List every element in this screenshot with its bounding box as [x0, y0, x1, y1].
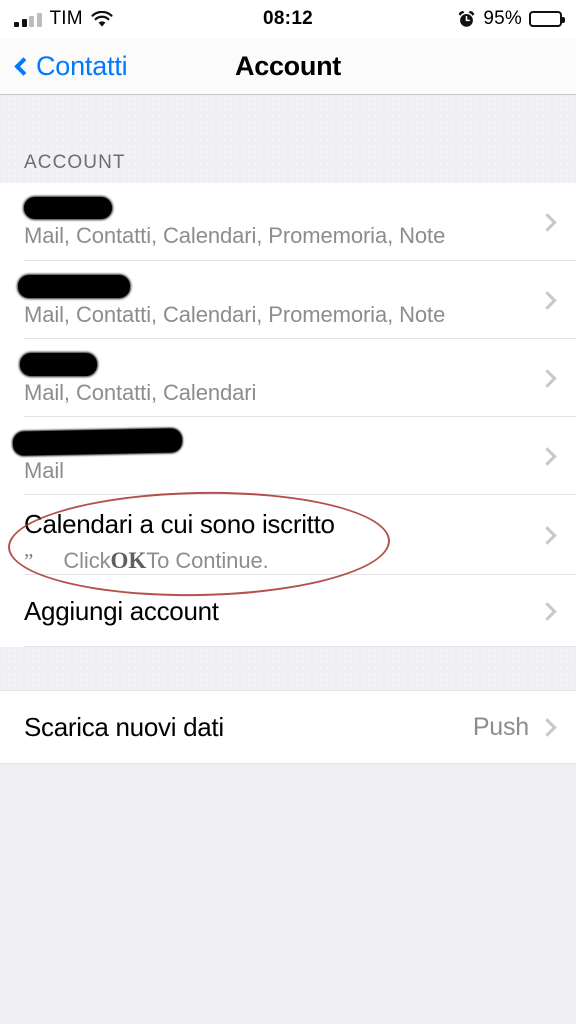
- list-item[interactable]: Mail: [0, 417, 576, 495]
- empty-area: [0, 764, 576, 1024]
- list-item-body: Mail, Contatti, Calendari, Promemoria, N…: [18, 273, 541, 328]
- list-item-body: Mail, Contatti, Calendari: [20, 351, 541, 406]
- list-item-subtitle: Mail, Contatti, Calendari, Promemoria, N…: [24, 301, 446, 327]
- account-list-group: Mail, Contatti, Calendari, Promemoria, N…: [0, 183, 576, 647]
- list-item[interactable]: Mail, Contatti, Calendari: [0, 339, 576, 417]
- fetch-data-group: Scarica nuovi dati Push: [0, 690, 576, 764]
- chevron-right-icon: [538, 212, 557, 232]
- chevron-right-icon: [538, 601, 557, 621]
- list-item-fetch-new-data[interactable]: Scarica nuovi dati Push: [0, 691, 576, 763]
- list-item-subscribed-calendars[interactable]: Calendari a cui sono iscritto: [0, 495, 576, 575]
- list-item-body: Scarica nuovi dati: [24, 712, 473, 743]
- chevron-right-icon: [538, 525, 557, 545]
- back-button-label: Contatti: [36, 50, 128, 81]
- list-item-title: Aggiungi account: [24, 595, 219, 626]
- redacted-account-name: [18, 274, 130, 298]
- back-button[interactable]: Contatti: [14, 50, 128, 82]
- list-item-body: Aggiungi account: [24, 596, 541, 627]
- cellular-signal-icon: [14, 12, 42, 27]
- status-bar: TIM 08:12 95%: [0, 0, 576, 38]
- carrier-label: TIM: [49, 8, 83, 29]
- list-item-body: Mail: [12, 428, 541, 484]
- status-bar-right: 95%: [313, 8, 565, 30]
- group-spacer: [0, 647, 576, 690]
- wifi-icon: [91, 10, 113, 28]
- list-item-body: Calendari a cui sono iscritto: [24, 509, 541, 562]
- redacted-account-name: [12, 428, 183, 456]
- status-bar-left: TIM: [14, 8, 263, 30]
- chevron-left-icon: [14, 56, 33, 76]
- section-header-account: ACCOUNT: [0, 95, 576, 183]
- list-item-add-account[interactable]: Aggiungi account: [0, 575, 576, 647]
- status-bar-center: 08:12: [263, 8, 313, 30]
- chevron-right-icon: [538, 446, 557, 466]
- list-item-subtitle: Mail, Contatti, Calendari: [24, 379, 257, 405]
- chevron-right-icon: [538, 717, 557, 737]
- list-item[interactable]: Mail, Contatti, Calendari, Promemoria, N…: [0, 183, 576, 261]
- list-item-subtitle: Mail: [24, 458, 64, 483]
- redacted-account-name: [24, 197, 112, 219]
- battery-percent-label: 95%: [483, 8, 523, 29]
- alarm-clock-icon: [457, 10, 476, 29]
- redacted-account-name: [20, 352, 97, 376]
- navigation-bar: Contatti Account: [0, 38, 576, 95]
- chevron-right-icon: [538, 368, 557, 388]
- list-item-title: Calendari a cui sono iscritto: [24, 508, 335, 539]
- section-header-label: ACCOUNT: [24, 152, 126, 173]
- clock-label: 08:12: [262, 8, 314, 29]
- list-item-body: Mail, Contatti, Calendari, Promemoria, N…: [24, 195, 541, 249]
- list-item-subtitle: Mail, Contatti, Calendari, Promemoria, N…: [24, 223, 446, 248]
- list-item-value: Push: [472, 712, 529, 741]
- ios-settings-screen: TIM 08:12 95% Contatti Account ACCOUNT M…: [0, 0, 576, 1024]
- list-item-title: Scarica nuovi dati: [24, 711, 224, 742]
- list-item[interactable]: Mail, Contatti, Calendari, Promemoria, N…: [0, 261, 576, 339]
- battery-icon: [529, 11, 565, 27]
- chevron-right-icon: [538, 290, 557, 310]
